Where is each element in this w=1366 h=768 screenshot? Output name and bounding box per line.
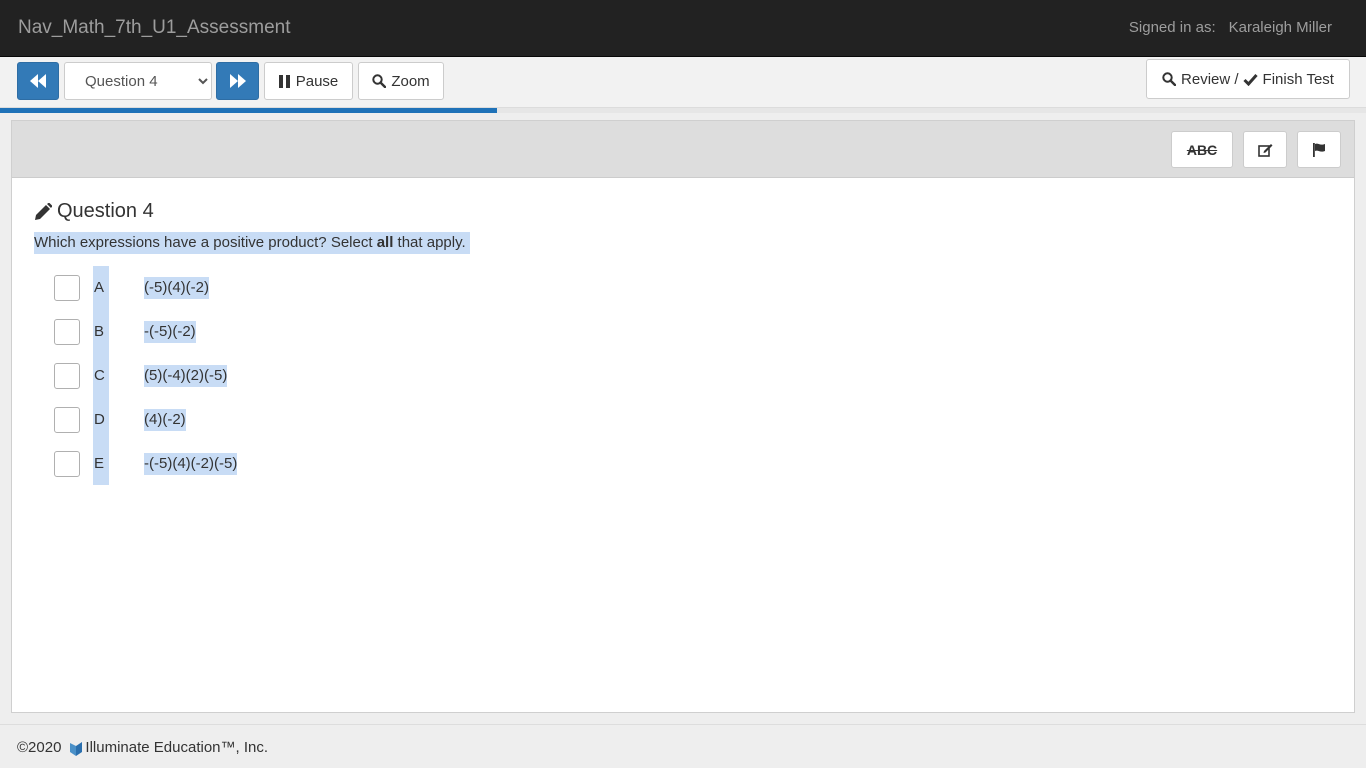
option-expression: (4)(-2): [144, 409, 186, 431]
illuminate-logo-icon: [70, 741, 83, 756]
assessment-title: Nav_Math_7th_U1_Assessment: [18, 17, 291, 38]
finish-label: Finish Test: [1262, 70, 1334, 88]
answer-option-a[interactable]: A (-5)(4)(-2): [54, 275, 314, 301]
question-select[interactable]: Question 4: [64, 62, 212, 100]
review-finish-button[interactable]: Review / Finish Test: [1146, 59, 1350, 99]
option-expression: (5)(-4)(2)(-5): [144, 365, 228, 387]
answer-eliminator-button[interactable]: ABC: [1171, 131, 1233, 168]
option-checkbox[interactable]: [54, 363, 80, 389]
prompt-text-bold: all: [376, 234, 394, 251]
edit-icon: [1257, 143, 1272, 157]
option-letter: D: [94, 411, 105, 428]
option-letter: C: [94, 367, 105, 384]
copyright: ©2020 Illuminate Education™, Inc.: [17, 739, 268, 756]
option-letter: A: [94, 279, 105, 296]
pause-button[interactable]: Pause: [264, 62, 353, 100]
page-footer: ©2020 Illuminate Education™, Inc.: [0, 724, 1366, 768]
option-checkbox[interactable]: [54, 407, 80, 433]
progress-bar: [0, 108, 1366, 113]
pause-icon: [278, 74, 290, 88]
forward-icon: [229, 74, 246, 88]
user-name[interactable]: Karaleigh Miller: [1229, 19, 1332, 36]
question-title-text: Question 4: [57, 200, 154, 222]
backward-icon: [30, 74, 46, 88]
option-checkbox[interactable]: [54, 275, 80, 301]
signed-in-label: Signed in as:: [1128, 19, 1216, 36]
progress-fill: [0, 108, 498, 113]
option-letter: E: [94, 455, 105, 472]
pause-label: Pause: [295, 72, 339, 90]
option-expression: -(-5)(-2): [144, 321, 196, 343]
copyright-year: ©2020: [17, 739, 62, 756]
check-icon: [1242, 73, 1258, 86]
next-question-button[interactable]: [216, 62, 259, 100]
search-icon: [1162, 72, 1177, 86]
question-title: Question 4: [34, 200, 154, 223]
option-checkbox[interactable]: [54, 319, 80, 345]
top-navbar: Nav_Math_7th_U1_Assessment Signed in as:…: [0, 0, 1366, 57]
option-expression: (-5)(4)(-2): [144, 277, 209, 299]
zoom-button[interactable]: Zoom: [358, 62, 444, 100]
search-icon: [372, 74, 387, 88]
option-letter: B: [94, 323, 105, 340]
flag-icon: [1313, 142, 1325, 157]
option-checkbox[interactable]: [54, 451, 80, 477]
signed-in-info: Signed in as: Karaleigh Miller: [1129, 19, 1332, 36]
answer-option-c[interactable]: C (5)(-4)(2)(-5): [54, 363, 314, 389]
flag-question-button[interactable]: [1297, 131, 1341, 168]
answer-option-d[interactable]: D (4)(-2): [54, 407, 314, 433]
test-toolbar: Question 4 Pause Zoom Review / Finish Te…: [0, 57, 1366, 108]
review-label: Review /: [1181, 70, 1239, 88]
company-name: Illuminate Education™, Inc.: [85, 739, 269, 756]
prompt-text-start: Which expressions have a positive produc…: [34, 234, 377, 251]
prompt-text-end: that apply.: [393, 234, 466, 251]
question-tools-bar: ABC: [12, 121, 1354, 178]
zoom-label: Zoom: [391, 72, 430, 90]
question-panel: ABC Question 4 Which expressions have a …: [11, 120, 1355, 713]
answer-option-e[interactable]: E -(-5)(4)(-2)(-5): [54, 451, 314, 477]
notes-button[interactable]: [1243, 131, 1287, 168]
answer-option-b[interactable]: B -(-5)(-2): [54, 319, 314, 345]
question-prompt: Which expressions have a positive produc…: [34, 232, 470, 254]
previous-question-button[interactable]: [17, 62, 59, 100]
option-expression: -(-5)(4)(-2)(-5): [144, 453, 238, 475]
pencil-icon: [35, 202, 52, 220]
